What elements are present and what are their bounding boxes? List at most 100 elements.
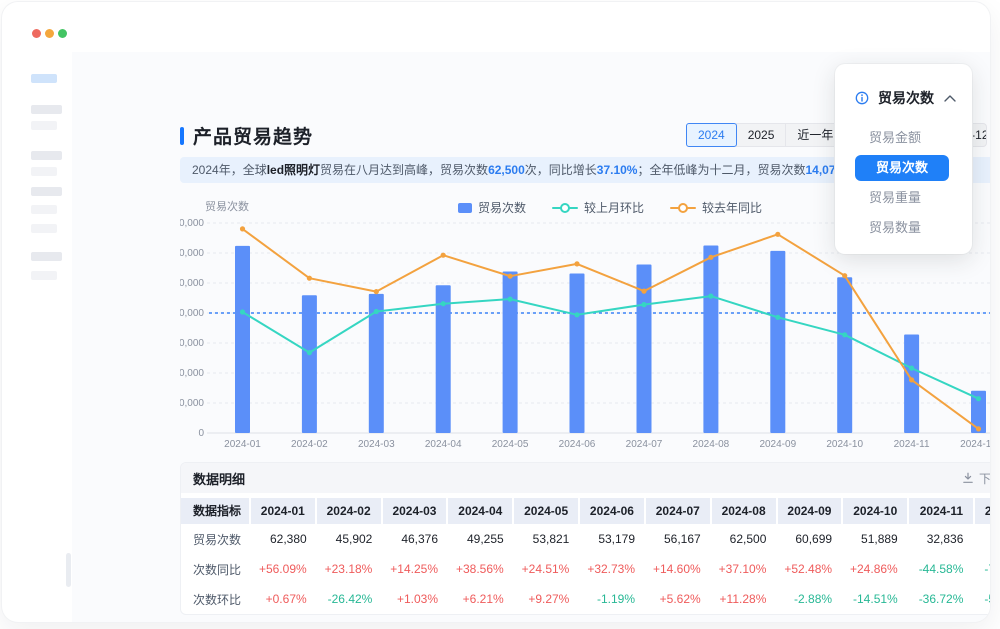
- metric-option-贸易重量[interactable]: 贸易重量: [855, 185, 958, 211]
- chevron-up-icon: [944, 95, 956, 102]
- close-window-button[interactable]: [32, 29, 41, 38]
- metric-options-list: 贸易金额贸易次数贸易重量贸易数量: [855, 125, 958, 241]
- maximize-window-button[interactable]: [58, 29, 67, 38]
- sidebar-item[interactable]: [31, 105, 62, 114]
- svg-text:2024-12: 2024-12: [960, 439, 990, 450]
- table-header-cell: 数据指标: [181, 498, 251, 524]
- table-header-cell: 2024-01: [251, 498, 317, 524]
- title-accent-bar: [180, 127, 184, 145]
- year-tab-2024[interactable]: 2024: [686, 123, 737, 147]
- minimize-window-button[interactable]: [45, 29, 54, 38]
- table-header-cell: 2024-10: [843, 498, 909, 524]
- table-cell: 49,255: [448, 532, 514, 546]
- table-cell: -77.29%: [973, 562, 990, 576]
- table-cell: -44.58%: [908, 562, 974, 576]
- table-cell: +14.25%: [382, 562, 448, 576]
- svg-text:2024-11: 2024-11: [894, 439, 930, 450]
- svg-text:30,000: 30,000: [180, 338, 204, 349]
- sidebar-item[interactable]: [31, 167, 57, 176]
- row-label: 贸易次数: [181, 531, 251, 548]
- svg-text:60,000: 60,000: [180, 248, 204, 259]
- row-label: 次数同比: [181, 561, 251, 578]
- sidebar-item[interactable]: [31, 205, 57, 214]
- table-row-次数同比: 次数同比+56.09%+23.18%+14.25%+38.56%+24.51%+…: [181, 554, 990, 584]
- table-header-row: 数据指标2024-012024-022024-032024-042024-052…: [181, 498, 990, 524]
- svg-text:40,000: 40,000: [180, 308, 204, 319]
- banner-segment: 贸易在八月达到高峰，贸易次数: [320, 163, 488, 177]
- table-cell: +52.48%: [776, 562, 842, 576]
- table-cell: 62,380: [251, 532, 317, 546]
- download-icon: [962, 472, 974, 484]
- table-cell: 62,500: [711, 532, 777, 546]
- sidebar-item[interactable]: [31, 187, 62, 196]
- table-cell: 56,167: [645, 532, 711, 546]
- sidebar-scrollbar[interactable]: [66, 553, 71, 587]
- row-label: 次数环比: [181, 591, 251, 608]
- table-cell: -26.42%: [317, 592, 383, 606]
- metric-option-贸易次数-selected[interactable]: 贸易次数: [855, 155, 949, 181]
- sidebar-item[interactable]: [31, 121, 57, 130]
- metric-option-贸易金额[interactable]: 贸易金额: [855, 125, 958, 151]
- table-header-cell: 2024-06: [580, 498, 646, 524]
- metric-option-贸易数量[interactable]: 贸易数量: [855, 215, 958, 241]
- table-header-cell: 2024-09: [778, 498, 844, 524]
- table-header-cell: 2024-05: [514, 498, 580, 524]
- table-cell: 60,699: [776, 532, 842, 546]
- page: 产品贸易趋势 20242025近一年 2024-01 → 2024-12 202…: [0, 0, 1000, 629]
- svg-text:0: 0: [198, 428, 204, 439]
- table-row-贸易次数: 贸易次数62,38045,90246,37649,25553,82153,179…: [181, 524, 990, 554]
- table-cell: +5.62%: [645, 592, 711, 606]
- table-header-cell: 2024-12: [975, 498, 990, 524]
- table-cell: -2.88%: [776, 592, 842, 606]
- table-cell: +11.28%: [711, 592, 777, 606]
- data-table: 数据指标2024-012024-022024-032024-042024-052…: [181, 498, 990, 614]
- table-cell: +32.73%: [579, 562, 645, 576]
- table-header-cell: 2024-02: [317, 498, 383, 524]
- svg-text:20,000: 20,000: [180, 368, 204, 379]
- svg-text:2024-01: 2024-01: [224, 439, 261, 450]
- sidebar-item[interactable]: [31, 151, 62, 160]
- metric-dropdown-label: 贸易次数: [878, 88, 944, 108]
- data-detail-header: 数据明细 下载数据: [181, 463, 990, 493]
- table-cell: +14.60%: [645, 562, 711, 576]
- info-icon: [855, 91, 869, 105]
- app-window: 产品贸易趋势 20242025近一年 2024-01 → 2024-12 202…: [2, 2, 990, 622]
- table-header-cell: 2024-04: [448, 498, 514, 524]
- table-cell: +24.51%: [514, 562, 580, 576]
- table-header-cell: 2024-07: [646, 498, 712, 524]
- year-tab-2025[interactable]: 2025: [736, 123, 787, 147]
- sidebar-nav: [31, 74, 67, 280]
- table-header-cell: 2024-11: [909, 498, 975, 524]
- svg-text:2024-03: 2024-03: [358, 439, 395, 450]
- table-cell: -14.51%: [842, 592, 908, 606]
- year-tab-group: 20242025近一年: [686, 123, 845, 147]
- svg-text:2024-07: 2024-07: [626, 439, 663, 450]
- table-cell: 32,836: [908, 532, 974, 546]
- table-cell: -57.14%: [973, 592, 990, 606]
- svg-text:2024-09: 2024-09: [759, 439, 796, 450]
- table-cell: 45,902: [317, 532, 383, 546]
- table-cell: +38.56%: [448, 562, 514, 576]
- data-detail-title: 数据明细: [193, 469, 245, 488]
- svg-text:2024-06: 2024-06: [559, 439, 596, 450]
- svg-text:10,000: 10,000: [180, 398, 204, 409]
- banner-segment: 62,500: [488, 163, 525, 177]
- svg-text:2024-02: 2024-02: [291, 439, 328, 450]
- metric-dropdown-header[interactable]: 贸易次数: [855, 88, 956, 108]
- sidebar-item[interactable]: [31, 224, 57, 233]
- svg-text:2024-10: 2024-10: [826, 439, 863, 450]
- svg-text:70,000: 70,000: [180, 218, 204, 229]
- table-cell: +9.27%: [514, 592, 580, 606]
- table-cell: 53,179: [579, 532, 645, 546]
- metric-dropdown-panel: 贸易次数 贸易金额贸易次数贸易重量贸易数量: [835, 64, 972, 254]
- banner-segment: 2024年，全球: [192, 163, 267, 177]
- sidebar-item-active[interactable]: [31, 74, 57, 83]
- table-header-cell: 2024-08: [712, 498, 778, 524]
- sidebar-item[interactable]: [31, 271, 57, 280]
- table-cell: +24.86%: [842, 562, 908, 576]
- sidebar-item[interactable]: [31, 252, 62, 261]
- table-cell: 46,376: [382, 532, 448, 546]
- download-data-button[interactable]: 下载数据: [962, 470, 990, 487]
- banner-segment: 37.10%: [597, 163, 638, 177]
- data-detail-card: 数据明细 下载数据 数据指标2024-012024-022024-032024-…: [180, 462, 990, 615]
